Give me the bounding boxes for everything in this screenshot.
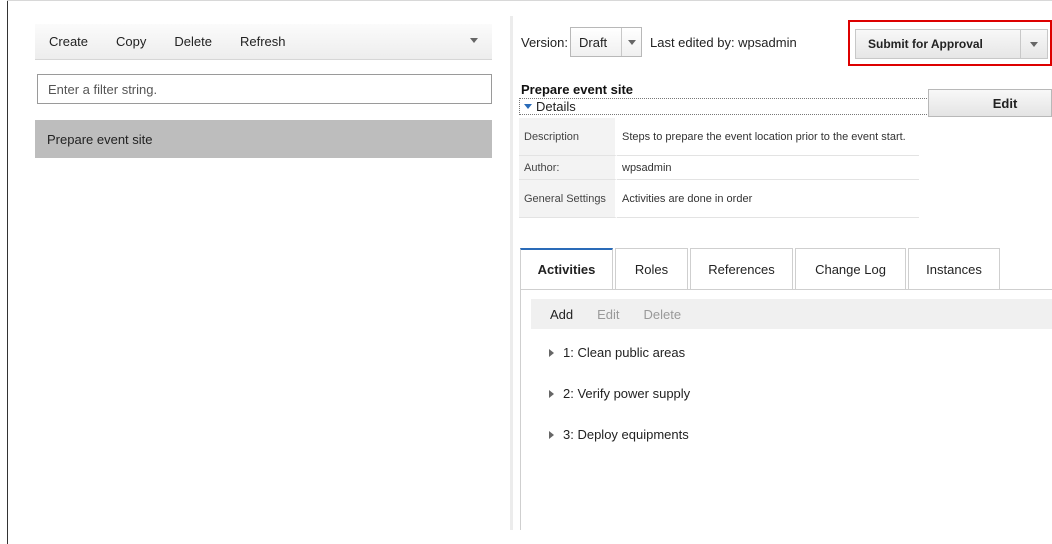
submit-dropdown[interactable] — [1021, 29, 1048, 59]
details-toggle[interactable]: Details — [519, 98, 929, 115]
table-row: Description Steps to prepare the event l… — [519, 118, 919, 156]
table-row: General Settings Activities are done in … — [519, 180, 919, 218]
last-edited-text: Last edited by: wpsadmin — [650, 35, 797, 50]
left-toolbar: Create Copy Delete Refresh — [35, 24, 492, 60]
submit-for-approval-button[interactable]: Submit for Approval — [855, 29, 1021, 59]
refresh-button[interactable]: Refresh — [226, 34, 300, 49]
edit-button[interactable]: Edit — [928, 89, 1052, 117]
tab-change-log[interactable]: Change Log — [795, 248, 906, 289]
activities-toolbar: Add Edit Delete — [531, 299, 1052, 329]
pane-splitter[interactable] — [510, 16, 513, 530]
tab-instances[interactable]: Instances — [908, 248, 1000, 289]
expand-arrow-icon — [549, 389, 554, 398]
details-table: Description Steps to prepare the event l… — [519, 118, 919, 218]
activity-label: 1: Clean public areas — [563, 345, 686, 360]
activities-panel: Add Edit Delete 1: Clean public areas 2:… — [520, 290, 1052, 530]
chevron-down-icon — [1030, 42, 1038, 47]
expand-arrow-icon — [549, 430, 554, 439]
author-key: Author: — [519, 156, 617, 180]
activity-item[interactable]: 1: Clean public areas — [549, 345, 685, 360]
expand-triangle-icon — [524, 104, 532, 109]
table-row: Author: wpsadmin — [519, 156, 919, 180]
delete-activity-button[interactable]: Delete — [632, 307, 694, 322]
version-label: Version: — [521, 35, 568, 50]
expand-arrow-icon — [549, 348, 554, 357]
general-settings-value: Activities are done in order — [617, 180, 919, 218]
tab-activities[interactable]: Activities — [520, 248, 613, 289]
details-label: Details — [536, 99, 576, 114]
description-value: Steps to prepare the event location prio… — [617, 118, 919, 156]
window-border-top — [7, 0, 1052, 1]
submit-highlight: Submit for Approval — [848, 20, 1052, 66]
edit-activity-button[interactable]: Edit — [585, 307, 631, 322]
tab-roles[interactable]: Roles — [615, 248, 688, 289]
list-item-selected[interactable]: Prepare event site — [35, 120, 492, 158]
filter-input[interactable] — [37, 74, 492, 104]
version-value: Draft — [579, 34, 608, 50]
chevron-down-icon — [628, 40, 636, 45]
author-value: wpsadmin — [617, 156, 919, 180]
description-key: Description — [519, 118, 617, 156]
activity-item[interactable]: 2: Verify power supply — [549, 386, 690, 401]
window-border — [7, 0, 8, 544]
activity-label: 2: Verify power supply — [563, 386, 691, 401]
tab-references[interactable]: References — [690, 248, 793, 289]
version-select[interactable]: Draft — [570, 27, 642, 57]
copy-button[interactable]: Copy — [102, 34, 160, 49]
tab-bar: Activities Roles References Change Log I… — [520, 248, 1002, 289]
page-title: Prepare event site — [521, 82, 634, 97]
add-activity-button[interactable]: Add — [531, 307, 585, 322]
general-settings-key: General Settings — [519, 180, 617, 218]
chevron-down-icon[interactable] — [470, 38, 478, 43]
create-button[interactable]: Create — [35, 34, 102, 49]
activity-item[interactable]: 3: Deploy equipments — [549, 427, 689, 442]
delete-button[interactable]: Delete — [160, 34, 226, 49]
activity-label: 3: Deploy equipments — [563, 427, 689, 442]
version-dropdown[interactable] — [621, 28, 641, 56]
